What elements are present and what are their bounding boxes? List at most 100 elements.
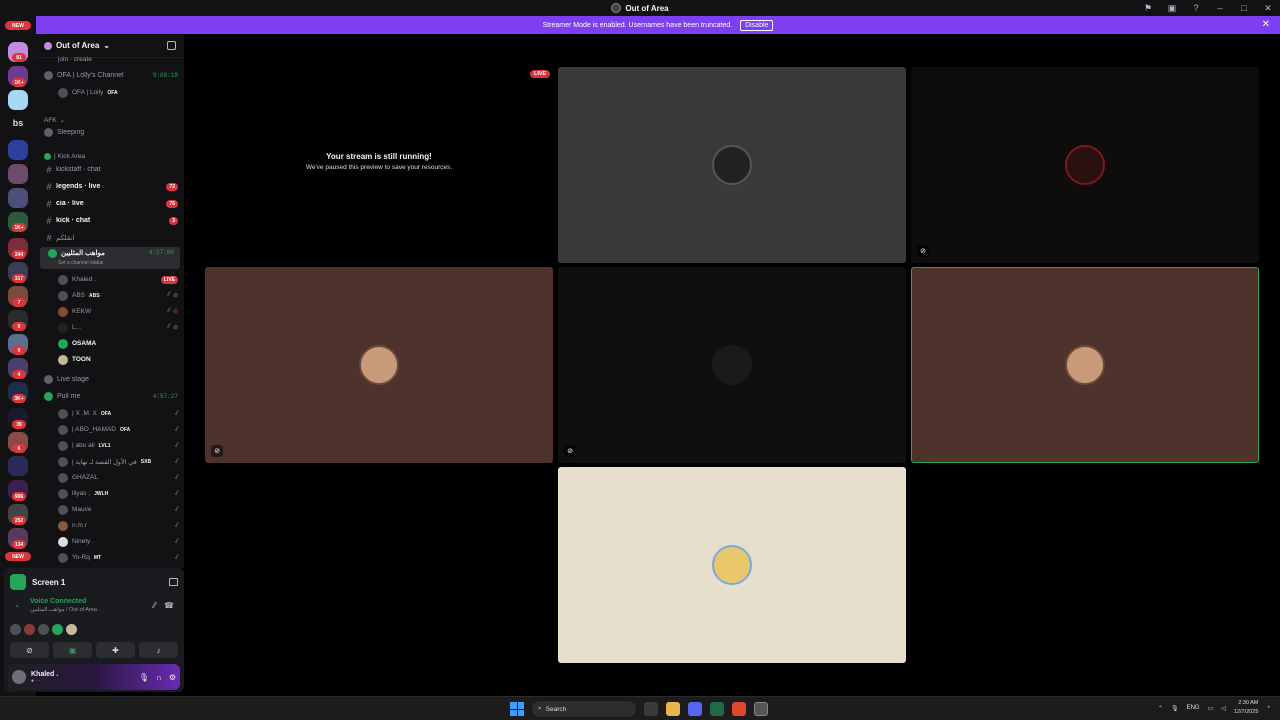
activities-button[interactable]: ✚ xyxy=(96,642,135,658)
chevron-up-icon[interactable]: ⌃ xyxy=(1158,705,1163,712)
voice-user[interactable]: | ABO_HAMAD OFA ⁄⁄ xyxy=(58,422,184,437)
file-explorer-icon[interactable] xyxy=(666,702,680,716)
voice-user[interactable]: OFA | Lolly OFA xyxy=(58,85,184,100)
channel-name: legends · live xyxy=(56,183,101,190)
voice-user[interactable]: Yo-Rq MT ⁄⁄ xyxy=(58,550,184,565)
noise-suppression-icon[interactable]: ⁄⁄ xyxy=(153,601,156,610)
voice-user[interactable]: Khaled . LIVE xyxy=(58,272,184,287)
server-badge: 6 xyxy=(12,444,26,453)
language-indicator[interactable]: ENG xyxy=(1187,705,1200,711)
avatar[interactable] xyxy=(52,624,63,635)
server-icon-17[interactable] xyxy=(8,456,28,476)
avatar xyxy=(58,520,68,531)
task-view-icon[interactable] xyxy=(644,702,658,716)
excel-icon[interactable] xyxy=(710,702,724,716)
signal-icon[interactable]: ◔ xyxy=(14,602,24,612)
stage-channel[interactable]: Live stage xyxy=(36,372,184,387)
voice-user[interactable]: Mauve ⁄⁄ xyxy=(58,502,184,517)
avatar xyxy=(58,536,68,547)
help-icon[interactable]: ? xyxy=(1190,2,1202,14)
voice-user[interactable]: TOON xyxy=(58,352,184,367)
screen-icon xyxy=(10,574,26,590)
disable-streamer-mode-button[interactable]: Disable xyxy=(740,19,774,31)
maximize-button[interactable]: □ xyxy=(1238,2,1250,14)
video-tile[interactable] xyxy=(558,67,906,263)
voice-user[interactable]: n.m.r ⁄⁄ xyxy=(58,518,184,533)
voice-channel-sleeping[interactable]: Sleeping xyxy=(36,125,184,140)
gear-icon[interactable]: ⚙ xyxy=(169,673,176,682)
screen-share-row[interactable]: Screen 1 xyxy=(10,572,178,592)
video-tile[interactable] xyxy=(558,467,906,663)
text-channel-arabic[interactable]: # انقلكم xyxy=(36,230,184,245)
voice-user[interactable]: KEKW ⁄⁄ ⊘ xyxy=(58,304,184,319)
voice-user[interactable]: OSAMA xyxy=(58,336,184,351)
banner-close-icon[interactable]: ✕ xyxy=(1262,19,1270,30)
user-info[interactable]: Khaled . ● · · xyxy=(31,671,58,684)
voice-user[interactable]: lilyas ; JWLH ⁄⁄ xyxy=(58,486,184,501)
avatar xyxy=(58,440,68,451)
voice-actions: ⁄⁄ ☎ xyxy=(153,601,174,610)
popout-icon[interactable] xyxy=(169,578,178,586)
user-avatar[interactable] xyxy=(12,670,26,684)
text-channel-cia[interactable]: # cia · live 76 xyxy=(36,196,184,211)
avatar[interactable] xyxy=(38,624,49,635)
avatar[interactable] xyxy=(24,624,35,635)
close-window-button[interactable]: ✕ xyxy=(1262,2,1274,14)
screen-share-button[interactable]: ▣ xyxy=(53,642,92,658)
server-icon-5[interactable] xyxy=(8,164,28,184)
voice-user[interactable]: L... ⁄⁄ ⊘ xyxy=(58,320,184,335)
invite-people-icon[interactable] xyxy=(167,41,176,50)
clock[interactable]: 2:30 AM 12/7/2025 xyxy=(1234,699,1258,717)
taskbar-search[interactable]: ⌕ Search xyxy=(532,701,636,717)
server-folder-icon[interactable] xyxy=(8,140,28,160)
server-icon-3[interactable] xyxy=(8,90,28,110)
taskbar-apps: ⌕ Search xyxy=(510,701,768,717)
hash-icon: # xyxy=(46,232,52,243)
camera-off-button[interactable]: ⊘ xyxy=(10,642,49,658)
notification-bell-icon[interactable]: ◔ xyxy=(1266,705,1270,711)
voice-user[interactable]: Ninety . ⁄⁄ xyxy=(58,534,184,549)
video-tile[interactable]: ⊘ xyxy=(205,267,553,463)
voice-channel-pull-me[interactable]: Pull me 4:57:27 xyxy=(36,389,184,404)
server-icon-6[interactable] xyxy=(8,188,28,208)
server-bs[interactable]: bs xyxy=(8,118,28,128)
microphone-icon[interactable]: 🎙 xyxy=(139,673,149,682)
mic-muted-icon: ⁄⁄ xyxy=(175,474,178,481)
avatar[interactable] xyxy=(66,624,77,635)
voice-user[interactable]: join · create xyxy=(58,52,184,67)
monitor-icon[interactable]: ▣ xyxy=(1166,2,1178,14)
start-button[interactable] xyxy=(510,702,524,716)
user-name: KEKW xyxy=(72,308,92,315)
voice-user[interactable]: | في الأول القصة لـ نهاية SXB ⁄⁄ xyxy=(58,454,184,469)
channel-status[interactable]: Set a channel status xyxy=(58,258,184,268)
user-tag: OFA xyxy=(100,410,112,417)
disconnect-icon[interactable]: ☎ xyxy=(164,601,174,610)
video-tile-speaking[interactable] xyxy=(911,267,1259,463)
voice-user[interactable]: | abu ali LVL1 ⁄⁄ xyxy=(58,438,184,453)
user-avatar xyxy=(712,145,752,185)
voice-channel-ofa[interactable]: OFA | Lolly's Channel 9:08:18 xyxy=(36,68,184,83)
volume-icon[interactable]: ◁ xyxy=(1221,705,1226,712)
avatar xyxy=(58,290,68,301)
avatar[interactable] xyxy=(10,624,21,635)
voice-user[interactable]: GHAZAL ⁄⁄ xyxy=(58,470,184,485)
video-tile[interactable]: ⊘ xyxy=(558,267,906,463)
text-channel-legends[interactable]: # legends · live 72 xyxy=(36,179,184,194)
category-kick-area[interactable]: | Kick Area xyxy=(44,150,85,162)
voice-user[interactable]: | X .M. X OFA ⁄⁄ xyxy=(58,406,184,421)
app-icon[interactable] xyxy=(754,702,768,716)
text-channel-kickstaff[interactable]: # kickstaff · chat xyxy=(36,162,184,177)
text-channel-kick-chat[interactable]: # kick · chat 3 xyxy=(36,213,184,228)
brave-icon[interactable] xyxy=(732,702,746,716)
minimize-button[interactable]: – xyxy=(1214,2,1226,14)
microphone-icon[interactable]: 🎙 xyxy=(1171,705,1179,712)
headphones-icon[interactable]: ∩ xyxy=(156,673,162,682)
network-icon[interactable]: ▭ xyxy=(1208,705,1214,712)
video-tile[interactable]: ⊘ xyxy=(911,67,1259,263)
voice-user[interactable]: ABS ABS ⁄⁄ ⊘ xyxy=(58,288,184,303)
hash-icon: # xyxy=(46,198,52,209)
inbox-icon[interactable]: ⚑ xyxy=(1142,2,1154,14)
soundboard-button[interactable]: ♪ xyxy=(139,642,178,658)
avatar xyxy=(58,306,68,317)
discord-icon[interactable] xyxy=(688,702,702,716)
